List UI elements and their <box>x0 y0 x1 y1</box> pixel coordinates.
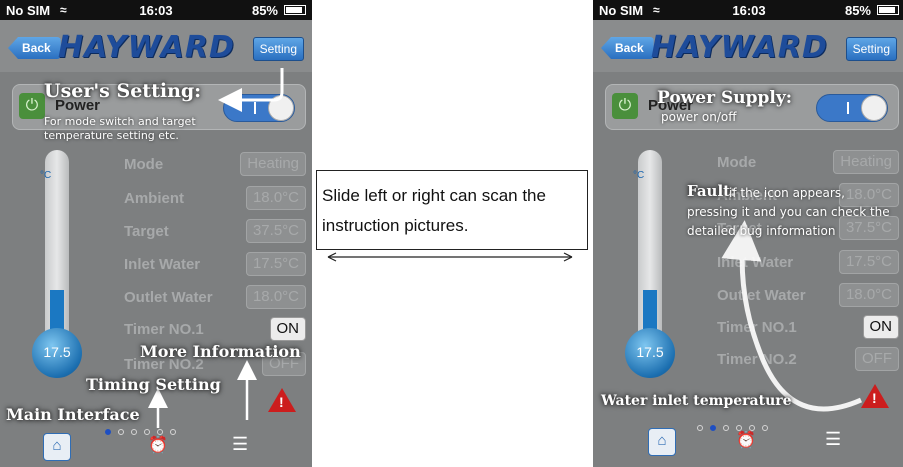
annotation-more-info: More Information <box>140 342 301 361</box>
instruction-text: Slide left or right can scan the instruc… <box>322 186 546 235</box>
annotation-water-inlet: Water inlet temperature <box>601 393 792 409</box>
annotation-users-setting: User's Setting: <box>44 80 202 102</box>
annotation-arrows <box>148 68 284 428</box>
annotation-main-interface: Main Interface <box>6 405 140 424</box>
phone-screen-power: No SIM ≈ 16:03 85% Back HAYWARD Setting … <box>593 0 903 467</box>
instruction-box: Slide left or right can scan the instruc… <box>316 170 588 250</box>
phone-screen-main: No SIM ≈ 16:03 85% Back HAYWARD Setting … <box>0 0 312 467</box>
annotation-power-supply-sub: power on/off <box>661 110 737 124</box>
annotation-power-supply: Power Supply: <box>657 88 793 108</box>
annotation-users-setting-sub: For mode switch and target temperature s… <box>44 115 196 142</box>
double-arrow-icon <box>327 252 573 262</box>
annotation-timing: Timing Setting <box>86 375 221 394</box>
annotation-fault-sub: if the icon appears, pressing it and you… <box>687 186 890 238</box>
